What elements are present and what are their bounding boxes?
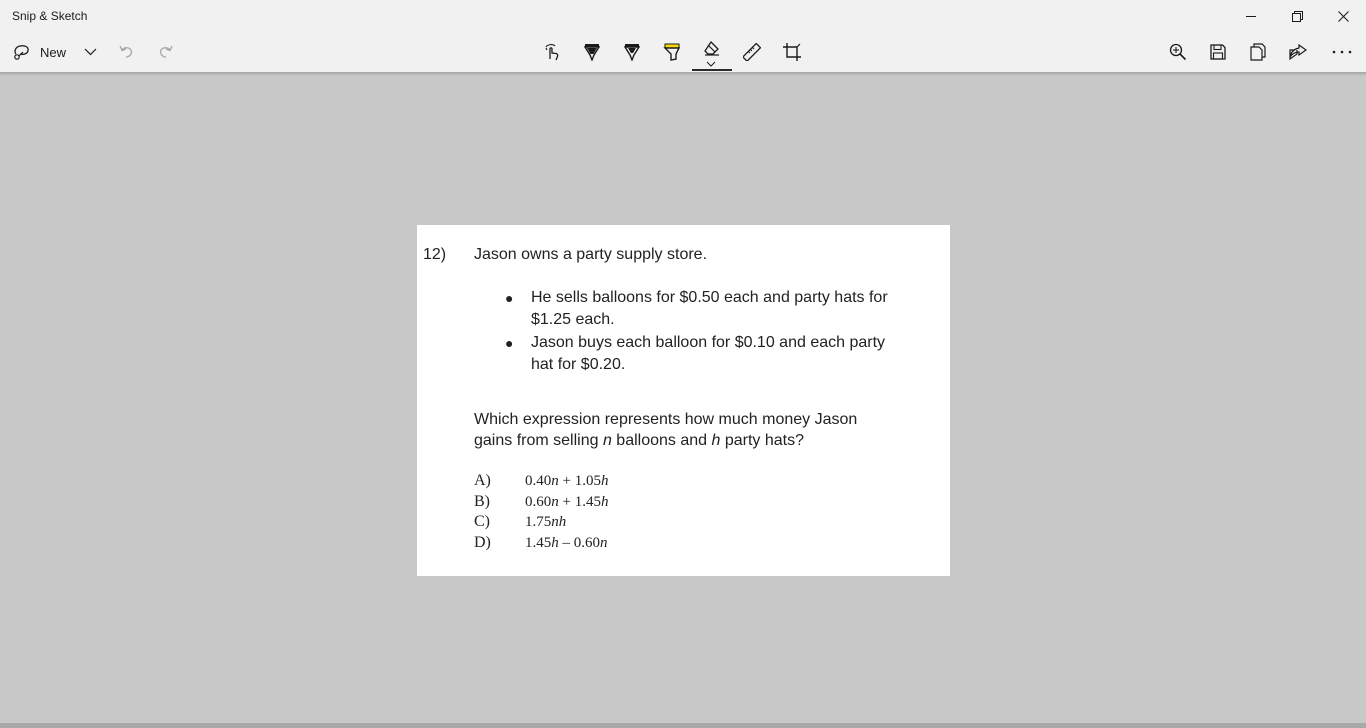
highlighter-button[interactable]: [656, 32, 688, 72]
more-options-button[interactable]: [1324, 32, 1360, 72]
undo-icon: [118, 44, 134, 60]
new-snip-button[interactable]: New: [12, 32, 74, 72]
copy-button[interactable]: [1242, 32, 1274, 72]
choice-letter: D): [474, 533, 491, 551]
snipped-image[interactable]: 12) Jason owns a party supply store. ● H…: [417, 225, 950, 576]
active-tool-indicator: [692, 69, 732, 71]
question-line-1: Which expression represents how much mon…: [474, 411, 858, 428]
pencil-button[interactable]: [616, 32, 648, 72]
share-button[interactable]: [1282, 32, 1314, 72]
bullet-line: $1.25 each.: [531, 311, 615, 328]
zoom-button[interactable]: [1162, 32, 1194, 72]
minimize-button[interactable]: [1228, 0, 1274, 32]
close-button[interactable]: [1320, 0, 1366, 32]
crop-icon: [783, 43, 801, 61]
bullet-line: He sells balloons for $0.50 each and par…: [531, 289, 888, 306]
bullet-item: ● Jason buys each balloon for $0.10 and …: [505, 332, 925, 376]
ruler-icon: [743, 43, 761, 61]
share-icon: [1289, 44, 1307, 60]
touch-writing-icon: [543, 43, 561, 61]
snip-and-sketch-window: Snip & Sketch New 12) Jason owns a party…: [0, 0, 1366, 728]
save-icon: [1210, 44, 1226, 60]
snip-icon: [12, 43, 32, 61]
toolbar-shadow: [0, 72, 1366, 76]
highlighter-icon: [663, 43, 681, 61]
choice-expression: 0.40n + 1.05h: [525, 473, 609, 489]
eraser-icon: [703, 40, 721, 56]
choice-expression: 1.75nh: [525, 514, 567, 530]
question-text: Which expression represents how much mon…: [474, 409, 914, 451]
question-number: 12): [423, 246, 447, 263]
bullet-dot: ●: [505, 290, 514, 306]
redo-button[interactable]: [152, 32, 180, 72]
question-stem: Jason owns a party supply store.: [474, 246, 708, 263]
restore-button[interactable]: [1274, 0, 1320, 32]
ballpoint-pen-icon: [584, 43, 600, 61]
window-bottom-edge: [0, 723, 1366, 728]
minimize-icon: [1246, 11, 1256, 21]
new-label: New: [40, 44, 67, 60]
bullet-line: hat for $0.20.: [531, 356, 626, 373]
pencil-icon: [624, 43, 640, 61]
more-icon: [1332, 50, 1352, 54]
copy-icon: [1250, 43, 1266, 61]
choice-expression: 0.60n + 1.45h: [525, 493, 609, 510]
redo-icon: [158, 44, 174, 60]
bullet-item: ● He sells balloons for $0.50 each and p…: [505, 287, 925, 331]
title-bar: Snip & Sketch: [0, 0, 1366, 32]
eraser-options-chevron-icon[interactable]: [705, 61, 717, 67]
new-options-dropdown[interactable]: [78, 32, 102, 72]
choice-expression: 1.45h – 0.60n: [525, 534, 608, 551]
zoom-in-icon: [1169, 43, 1187, 61]
touch-writing-button[interactable]: [536, 32, 568, 72]
chevron-down-icon: [84, 48, 97, 56]
toolbar: New: [0, 32, 1366, 72]
bullet-line: Jason buys each balloon for $0.10 and ea…: [531, 334, 886, 351]
save-button[interactable]: [1202, 32, 1234, 72]
ruler-button[interactable]: [736, 32, 768, 72]
choice-letter: B): [474, 492, 490, 510]
undo-button[interactable]: [112, 32, 140, 72]
crop-button[interactable]: [776, 32, 808, 72]
close-icon: [1337, 10, 1349, 22]
question-line-2: gains from selling n balloons and h part…: [474, 432, 805, 449]
app-title: Snip & Sketch: [12, 9, 88, 23]
restore-icon: [1291, 10, 1303, 22]
bullet-dot: ●: [505, 335, 514, 351]
choice-letter: A): [474, 472, 491, 489]
bullet-list: ● He sells balloons for $0.50 each and p…: [505, 287, 925, 377]
ballpoint-pen-button[interactable]: [576, 32, 608, 72]
choice-letter: C): [474, 513, 490, 530]
variable-n: n: [602, 432, 612, 449]
